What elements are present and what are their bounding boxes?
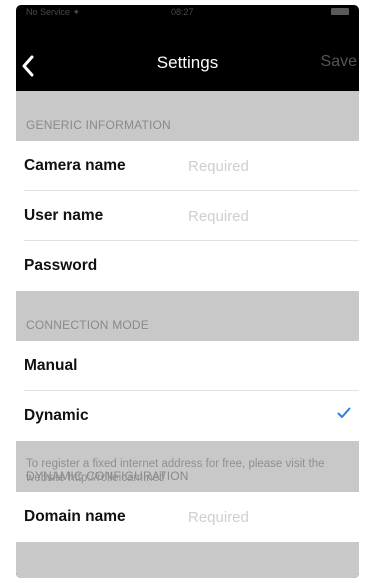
checkmark-icon [337,407,351,418]
manual-label: Manual [24,357,78,374]
section-header-label: GENERIC INFORMATION [26,118,171,132]
password-field[interactable] [186,254,350,278]
navigation-bar: Settings Save [16,19,359,91]
user-name-row[interactable]: User name [16,191,359,241]
status-bar: No Service ✦ 08:27 [16,5,359,19]
dynamic-label: Dynamic [24,407,89,424]
password-label: Password [24,257,98,274]
user-name-label: User name [24,207,104,224]
mode-option-dynamic[interactable]: Dynamic [16,391,359,441]
status-time: 08:27 [171,7,194,17]
domain-name-row[interactable]: Domain name [16,492,359,542]
camera-name-row[interactable]: Camera name [16,141,359,191]
section-header-connection: CONNECTION MODE [16,291,359,341]
domain-name-label: Domain name [24,508,126,525]
settings-content[interactable]: GENERIC INFORMATION Camera name User nam… [16,91,359,578]
phone-screen: No Service ✦ 08:27 Settings Save GENERIC… [16,5,359,578]
registration-hint: To register a fixed internet address for… [26,458,325,484]
battery-icon [331,8,349,15]
domain-name-field[interactable] [186,505,350,529]
camera-name-field[interactable] [186,154,350,178]
carrier-label: No Service ✦ [26,7,81,17]
user-name-field[interactable] [186,204,350,228]
camera-name-label: Camera name [24,157,126,174]
password-row[interactable]: Password [16,241,359,291]
section-header-label: CONNECTION MODE [26,318,149,332]
section-header-generic: GENERIC INFORMATION [16,91,359,141]
mode-option-manual[interactable]: Manual [16,341,359,391]
save-button[interactable]: Save [321,53,357,71]
page-title: Settings [156,53,219,72]
